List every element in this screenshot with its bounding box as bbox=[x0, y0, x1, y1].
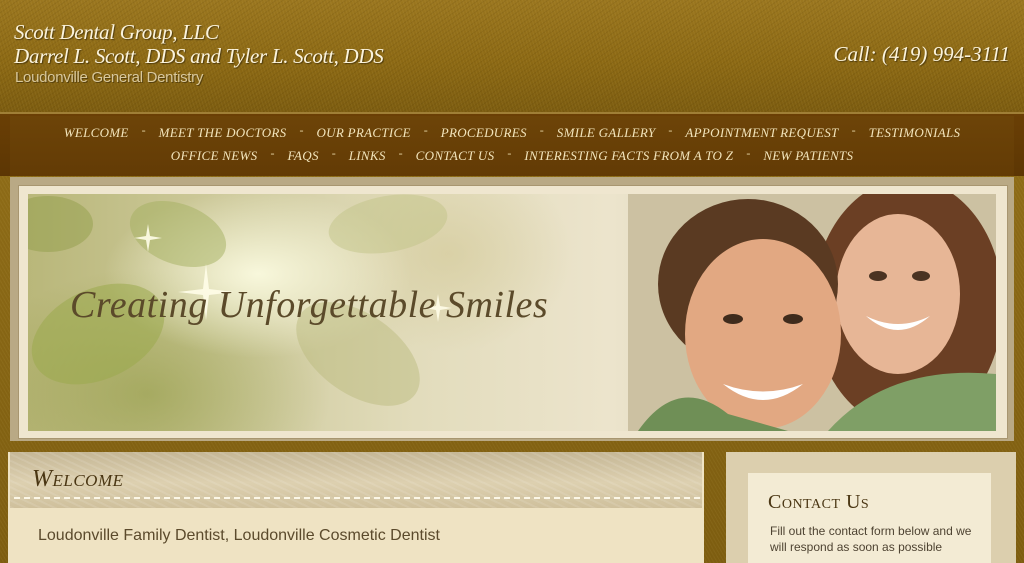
nav-separator: - bbox=[331, 145, 336, 160]
nav-separator: - bbox=[668, 122, 673, 137]
nav-new-patients[interactable]: NEW PATIENTS bbox=[763, 148, 853, 164]
nav-office-news[interactable]: OFFICE NEWS bbox=[171, 148, 258, 164]
nav-row-1: WELCOME - MEET THE DOCTORS - OUR PRACTIC… bbox=[10, 122, 1014, 141]
nav-separator: - bbox=[141, 122, 146, 137]
nav-our-practice[interactable]: OUR PRACTICE bbox=[316, 125, 410, 141]
nav-procedures[interactable]: PROCEDURES bbox=[441, 125, 527, 141]
nav-welcome[interactable]: WELCOME bbox=[64, 125, 129, 141]
stitch-divider bbox=[14, 497, 700, 499]
nav-separator: - bbox=[299, 122, 304, 137]
welcome-subtitle: Loudonville Family Dentist, Loudonville … bbox=[38, 527, 440, 544]
nav-separator: - bbox=[507, 145, 512, 160]
main-navigation: WELCOME - MEET THE DOCTORS - OUR PRACTIC… bbox=[0, 112, 1024, 178]
practice-subtitle: Loudonville General Dentistry bbox=[15, 69, 204, 86]
nav-interesting-facts[interactable]: INTERESTING FACTS FROM A TO Z bbox=[524, 148, 733, 164]
doctors-names: Darrel L. Scott, DDS and Tyler L. Scott,… bbox=[14, 44, 384, 68]
nav-separator: - bbox=[851, 122, 856, 137]
nav-faqs[interactable]: FAQS bbox=[287, 148, 318, 164]
nav-separator: - bbox=[423, 122, 428, 137]
nav-links[interactable]: LINKS bbox=[349, 148, 386, 164]
nav-bar: WELCOME - MEET THE DOCTORS - OUR PRACTIC… bbox=[10, 116, 1014, 176]
nav-row-2: OFFICE NEWS - FAQS - LINKS - CONTACT US … bbox=[10, 145, 1014, 164]
phone-number[interactable]: Call: (419) 994-3111 bbox=[833, 42, 1010, 67]
nav-smile-gallery[interactable]: SMILE GALLERY bbox=[557, 125, 656, 141]
nav-separator: - bbox=[270, 145, 275, 160]
nav-contact-us[interactable]: CONTACT US bbox=[416, 148, 495, 164]
practice-name[interactable]: Scott Dental Group, LLC bbox=[14, 20, 219, 45]
contact-description: Fill out the contact form below and we w… bbox=[770, 524, 972, 554]
nav-separator: - bbox=[539, 122, 544, 137]
banner-tagline: Creating Unforgettable Smiles bbox=[70, 284, 549, 326]
nav-separator: - bbox=[746, 145, 751, 160]
nav-testimonials[interactable]: TESTIMONIALS bbox=[869, 125, 961, 141]
welcome-title: Welcome bbox=[32, 466, 124, 492]
nav-meet-the-doctors[interactable]: MEET THE DOCTORS bbox=[159, 125, 287, 141]
nav-separator: - bbox=[398, 145, 403, 160]
contact-title: Contact Us bbox=[768, 491, 870, 513]
nav-appointment-request[interactable]: APPOINTMENT REQUEST bbox=[685, 125, 838, 141]
